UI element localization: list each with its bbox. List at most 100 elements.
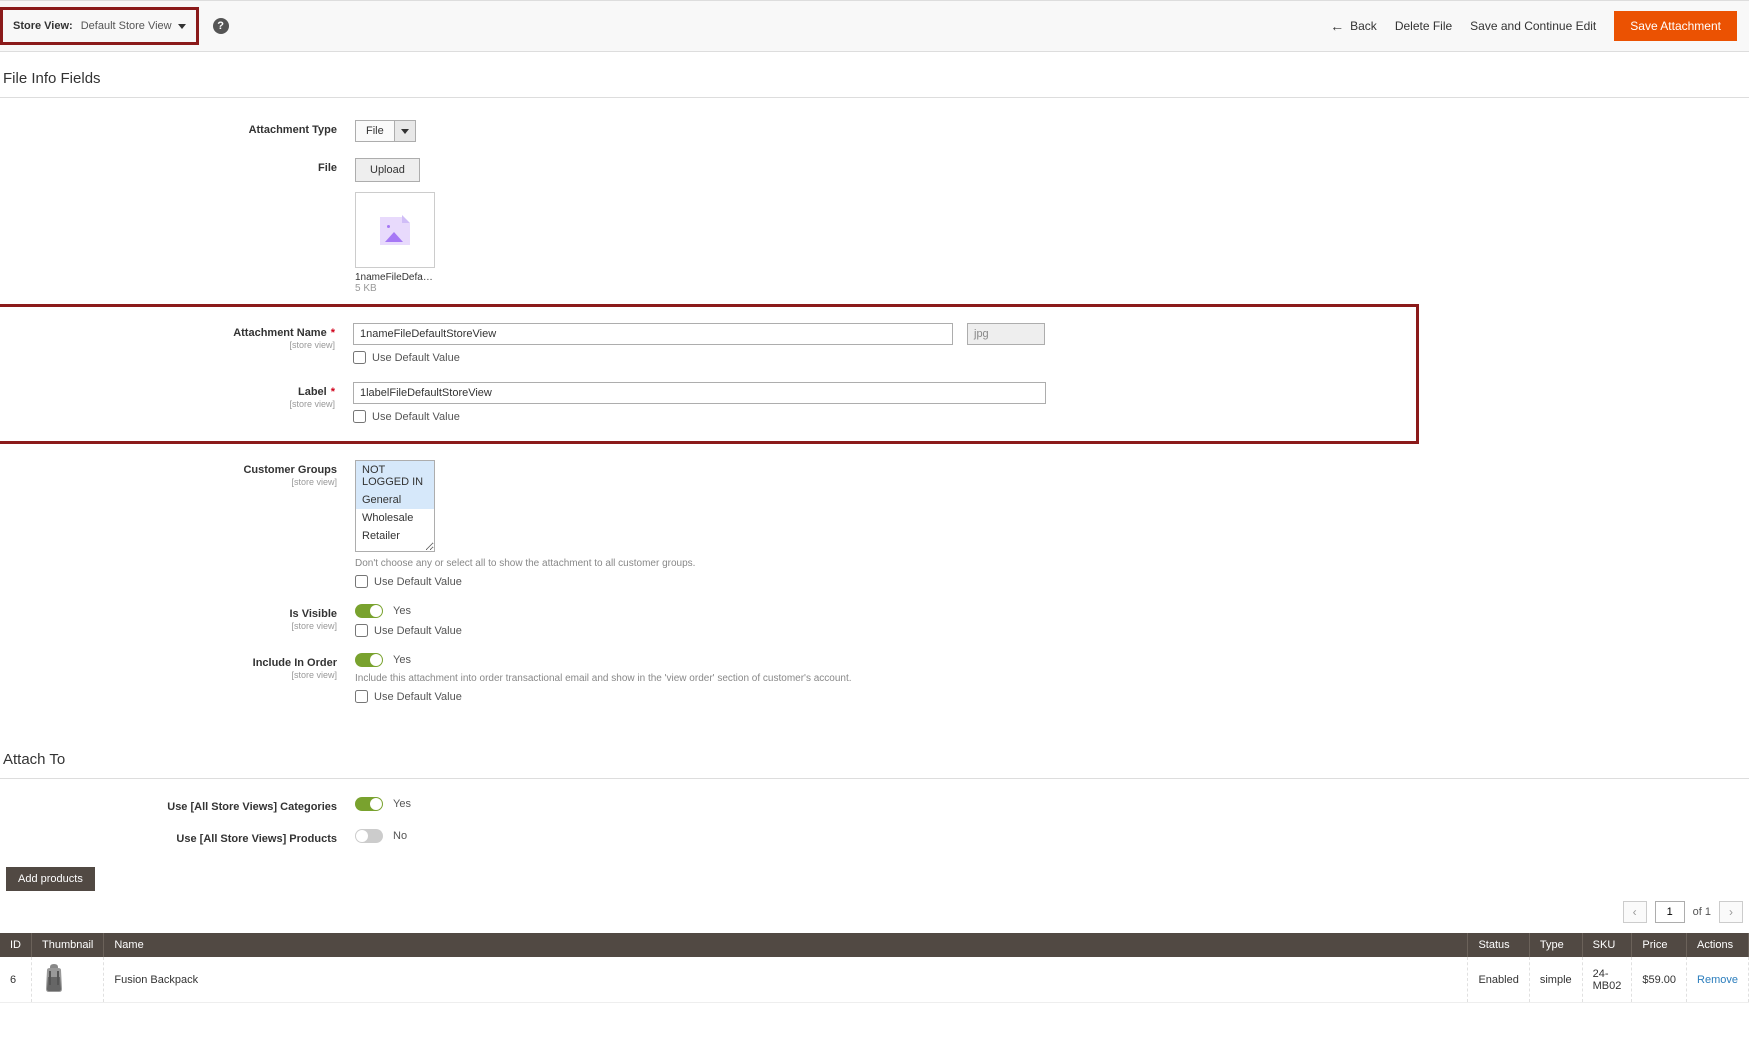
multiselect-option[interactable]: Retailer (356, 527, 434, 545)
delete-file-button[interactable]: Delete File (1395, 19, 1452, 33)
save-continue-button[interactable]: Save and Continue Edit (1470, 19, 1596, 33)
label-is-visible: Is Visible [store view] (0, 604, 355, 631)
use-default-checkbox[interactable] (355, 624, 368, 637)
row-use-categories: Use [All Store Views] Categories Yes (0, 789, 1749, 821)
highlighted-fields: Attachment Name* [store view] jpg Use De… (0, 304, 1419, 444)
required-icon: * (331, 386, 335, 398)
row-attachment-type: Attachment Type File (0, 112, 1749, 150)
upload-button[interactable]: Upload (355, 158, 420, 182)
file-size: 5 KB (355, 283, 435, 294)
use-default-checkbox[interactable] (353, 351, 366, 364)
page-total: of 1 (1693, 906, 1711, 918)
toggle-value: Yes (393, 798, 411, 810)
file-preview: 1nameFileDefaultSto... 5 KB (355, 192, 435, 294)
back-arrow-icon: ← (1330, 18, 1344, 34)
multiselect-option[interactable]: General (356, 491, 434, 509)
use-default-customer-groups[interactable]: Use Default Value (355, 575, 1055, 588)
use-default-checkbox[interactable] (355, 575, 368, 588)
attachment-name-input[interactable] (353, 323, 953, 345)
cell-status: Enabled (1468, 957, 1529, 1003)
customer-groups-note: Don't choose any or select all to show t… (355, 558, 995, 569)
store-view-label: Store View: (13, 20, 73, 32)
label-input[interactable] (353, 382, 1046, 404)
store-view-dropdown[interactable]: Default Store View (81, 20, 186, 32)
back-button[interactable]: ← Back (1330, 18, 1377, 34)
include-in-order-note: Include this attachment into order trans… (355, 673, 995, 684)
toolbar-left: Store View: Default Store View ? (0, 7, 229, 45)
label-file: File (0, 158, 355, 174)
toolbar-right: ← Back Delete File Save and Continue Edi… (1330, 11, 1737, 41)
include-in-order-toggle[interactable] (355, 653, 383, 667)
label-use-products: Use [All Store Views] Products (0, 829, 355, 845)
chevron-down-icon (394, 121, 415, 141)
products-grid: ID Thumbnail Name Status Type SKU Price … (0, 933, 1749, 1003)
extension-display: jpg (967, 323, 1045, 345)
multiselect-option[interactable]: Wholesale (356, 509, 434, 527)
use-default-checkbox[interactable] (353, 410, 366, 423)
row-label: Label* [store view] Use Default Value (0, 376, 1416, 429)
backpack-icon (42, 963, 66, 993)
col-actions[interactable]: Actions (1687, 933, 1749, 957)
cell-price: $59.00 (1632, 957, 1687, 1003)
cell-sku: 24-MB02 (1582, 957, 1632, 1003)
row-attachment-name: Attachment Name* [store view] jpg Use De… (0, 317, 1416, 370)
use-default-is-visible[interactable]: Use Default Value (355, 624, 1055, 637)
col-price[interactable]: Price (1632, 933, 1687, 957)
attachment-type-select[interactable]: File (355, 120, 416, 142)
toggle-value: Yes (393, 654, 411, 666)
row-file: File Upload 1nameFileDefaultSto... 5 KB (0, 150, 1749, 302)
table-header-row: ID Thumbnail Name Status Type SKU Price … (0, 933, 1749, 957)
file-name: 1nameFileDefaultSto... (355, 272, 435, 283)
cell-type: simple (1529, 957, 1582, 1003)
section-title-file-info: File Info Fields (0, 52, 1749, 98)
use-default-include-in-order[interactable]: Use Default Value (355, 690, 1055, 703)
cell-thumbnail (32, 957, 104, 1003)
use-default-attachment-name[interactable]: Use Default Value (353, 351, 1053, 364)
row-include-in-order: Include In Order [store view] Yes Includ… (0, 645, 1749, 711)
label-include-in-order: Include In Order [store view] (0, 653, 355, 680)
label-attachment-type: Attachment Type (0, 120, 355, 136)
remove-link[interactable]: Remove (1697, 974, 1738, 986)
label-attachment-name: Attachment Name* [store view] (0, 323, 353, 350)
prev-page-button[interactable]: ‹ (1623, 901, 1647, 923)
chevron-down-icon (178, 24, 186, 29)
row-customer-groups: Customer Groups [store view] NOT LOGGED … (0, 452, 1749, 596)
customer-groups-multiselect[interactable]: NOT LOGGED IN General Wholesale Retailer (355, 460, 435, 552)
multiselect-option[interactable]: NOT LOGGED IN (356, 461, 434, 491)
toggle-value: Yes (393, 605, 411, 617)
label-use-categories: Use [All Store Views] Categories (0, 797, 355, 813)
label-customer-groups: Customer Groups [store view] (0, 460, 355, 487)
col-type[interactable]: Type (1529, 933, 1582, 957)
cell-name: Fusion Backpack (104, 957, 1468, 1003)
col-status[interactable]: Status (1468, 933, 1529, 957)
image-placeholder-icon (378, 215, 412, 245)
label-label: Label* [store view] (0, 382, 353, 409)
next-page-button[interactable]: › (1719, 901, 1743, 923)
col-name[interactable]: Name (104, 933, 1468, 957)
cell-id: 6 (0, 957, 32, 1003)
row-is-visible: Is Visible [store view] Yes Use Default … (0, 596, 1749, 645)
col-sku[interactable]: SKU (1582, 933, 1632, 957)
store-view-scope: Store View: Default Store View (0, 7, 199, 45)
is-visible-toggle[interactable] (355, 604, 383, 618)
store-view-value: Default Store View (81, 20, 172, 32)
use-categories-toggle[interactable] (355, 797, 383, 811)
save-attachment-button[interactable]: Save Attachment (1614, 11, 1737, 41)
page-input[interactable] (1655, 901, 1685, 923)
table-row[interactable]: 6 Fusion Backpack Enabled simple 24-MB02… (0, 957, 1749, 1003)
add-products-button[interactable]: Add products (6, 867, 95, 891)
col-id[interactable]: ID (0, 933, 32, 957)
top-toolbar: Store View: Default Store View ? ← Back … (0, 0, 1749, 52)
use-default-label[interactable]: Use Default Value (353, 410, 1053, 423)
section-title-attach-to: Attach To (0, 733, 1749, 779)
col-thumbnail[interactable]: Thumbnail (32, 933, 104, 957)
pagination: ‹ of 1 › (0, 891, 1749, 933)
required-icon: * (331, 327, 335, 339)
help-icon[interactable]: ? (213, 18, 229, 34)
row-use-products: Use [All Store Views] Products No (0, 821, 1749, 853)
use-products-toggle[interactable] (355, 829, 383, 843)
cell-actions: Remove (1687, 957, 1749, 1003)
file-thumbnail[interactable] (355, 192, 435, 268)
toggle-value: No (393, 830, 407, 842)
use-default-checkbox[interactable] (355, 690, 368, 703)
